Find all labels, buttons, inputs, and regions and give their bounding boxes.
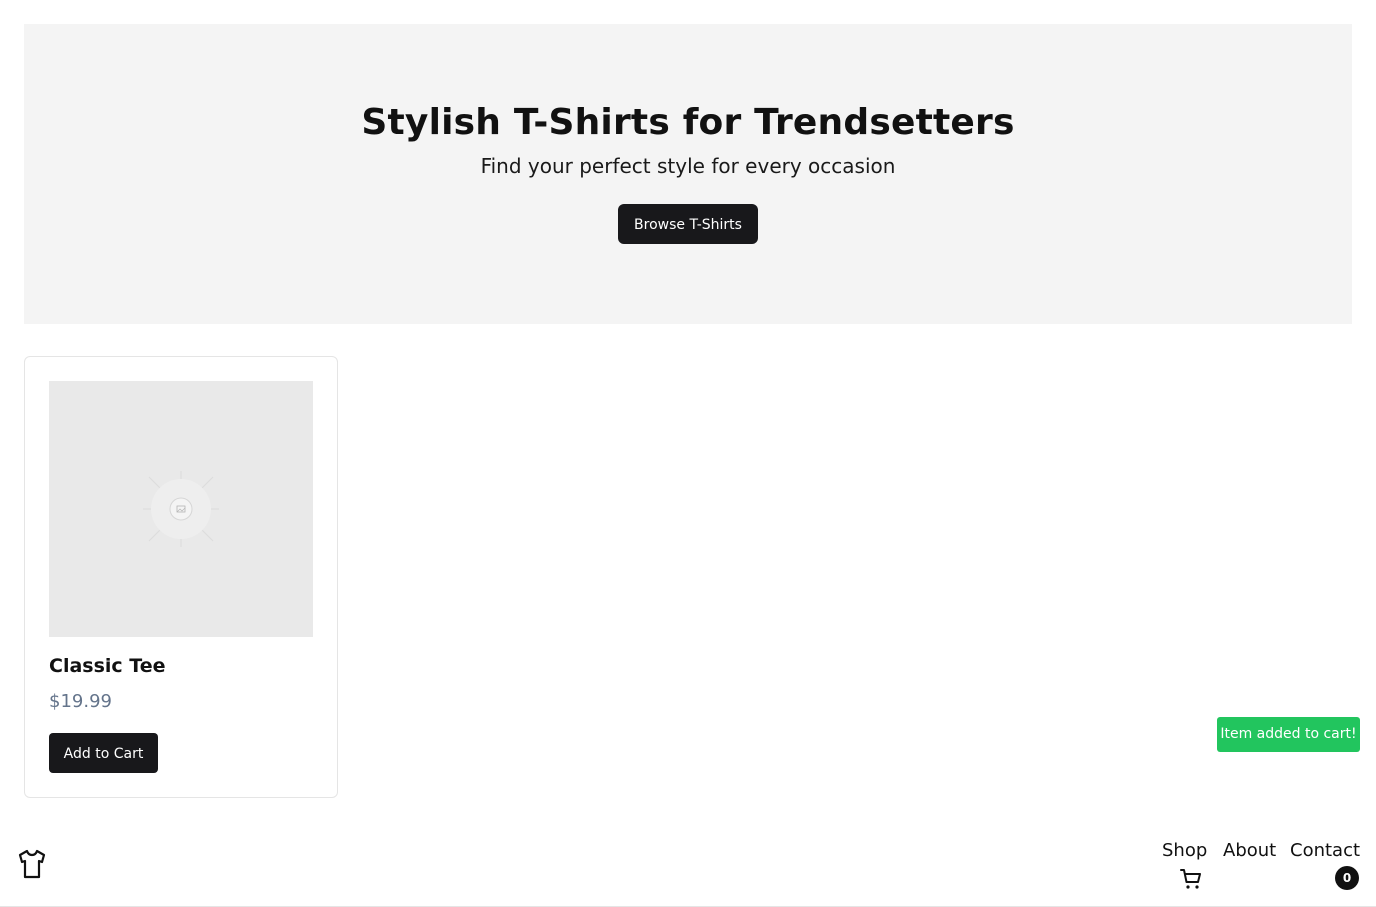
- hero-title: Stylish T-Shirts for Trendsetters: [361, 102, 1015, 143]
- bottom-nav-bar: Shop About Contact 0: [0, 830, 1376, 907]
- hero-subtitle: Find your perfect style for every occasi…: [480, 154, 896, 178]
- cart-icon[interactable]: [1179, 867, 1203, 895]
- tshirt-icon[interactable]: [16, 848, 48, 884]
- toast-notification: Item added to cart!: [1217, 717, 1360, 752]
- nav-link-shop[interactable]: Shop: [1162, 840, 1207, 861]
- product-price: $19.99: [49, 691, 112, 712]
- cart-count-badge: 0: [1335, 866, 1359, 890]
- hero-banner: Stylish T-Shirts for Trendsetters Find y…: [24, 24, 1352, 324]
- page: Stylish T-Shirts for Trendsetters Find y…: [0, 0, 1376, 907]
- nav-link-contact[interactable]: Contact: [1290, 840, 1360, 861]
- product-card: Classic Tee $19.99 Add to Cart: [24, 356, 338, 798]
- nav-link-about[interactable]: About: [1223, 840, 1276, 861]
- image-placeholder-icon: [143, 471, 219, 547]
- product-name: Classic Tee: [49, 655, 166, 677]
- product-image: [49, 381, 313, 637]
- browse-tshirts-button[interactable]: Browse T-Shirts: [618, 204, 758, 244]
- add-to-cart-button[interactable]: Add to Cart: [49, 733, 158, 773]
